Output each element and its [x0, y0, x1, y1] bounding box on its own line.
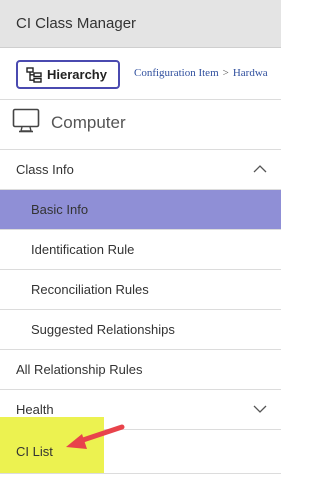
breadcrumb-item-configuration-item[interactable]: Configuration Item [134, 67, 219, 79]
toolbar: Hierarchy Configuration Item > Hardwa [0, 48, 281, 100]
chevron-up-icon[interactable] [253, 164, 267, 174]
nav-item-suggested-relationships[interactable]: Suggested Relationships [0, 310, 281, 350]
hierarchy-button[interactable]: Hierarchy [16, 60, 120, 89]
ci-class-name: Computer [51, 113, 126, 132]
nav-section-label: Class Info [16, 162, 74, 177]
nav-item-reconciliation-rules[interactable]: Reconciliation Rules [0, 270, 281, 310]
nav-section-ci-list[interactable]: CI List [0, 430, 281, 474]
chevron-down-icon[interactable] [253, 404, 267, 414]
nav-item-basic-info[interactable]: Basic Info [0, 190, 281, 230]
breadcrumb-item-hardware[interactable]: Hardwa [233, 67, 268, 79]
nav-section-class-info[interactable]: Class Info [0, 150, 281, 190]
nav-item-label: Identification Rule [31, 242, 135, 257]
nav-section-all-relationship-rules[interactable]: All Relationship Rules [0, 350, 281, 390]
breadcrumb: Configuration Item > Hardwa [134, 67, 268, 79]
breadcrumb-separator: > [222, 67, 229, 79]
nav-section-label: All Relationship Rules [16, 362, 143, 377]
ci-class-header: Computer [0, 100, 281, 150]
computer-monitor-icon [12, 108, 40, 133]
nav-item-label: Suggested Relationships [31, 322, 175, 337]
hierarchy-button-label: Hierarchy [47, 67, 107, 82]
app-title: CI Class Manager [16, 15, 137, 32]
nav-item-identification-rule[interactable]: Identification Rule [0, 230, 281, 270]
nav-item-label: Basic Info [31, 202, 89, 217]
app-title-bar: CI Class Manager [0, 0, 281, 48]
nav-item-label: Reconciliation Rules [31, 282, 149, 297]
nav-section-label: Health [16, 402, 54, 417]
hierarchy-icon [26, 67, 42, 83]
nav-section-label: CI List [16, 444, 53, 459]
